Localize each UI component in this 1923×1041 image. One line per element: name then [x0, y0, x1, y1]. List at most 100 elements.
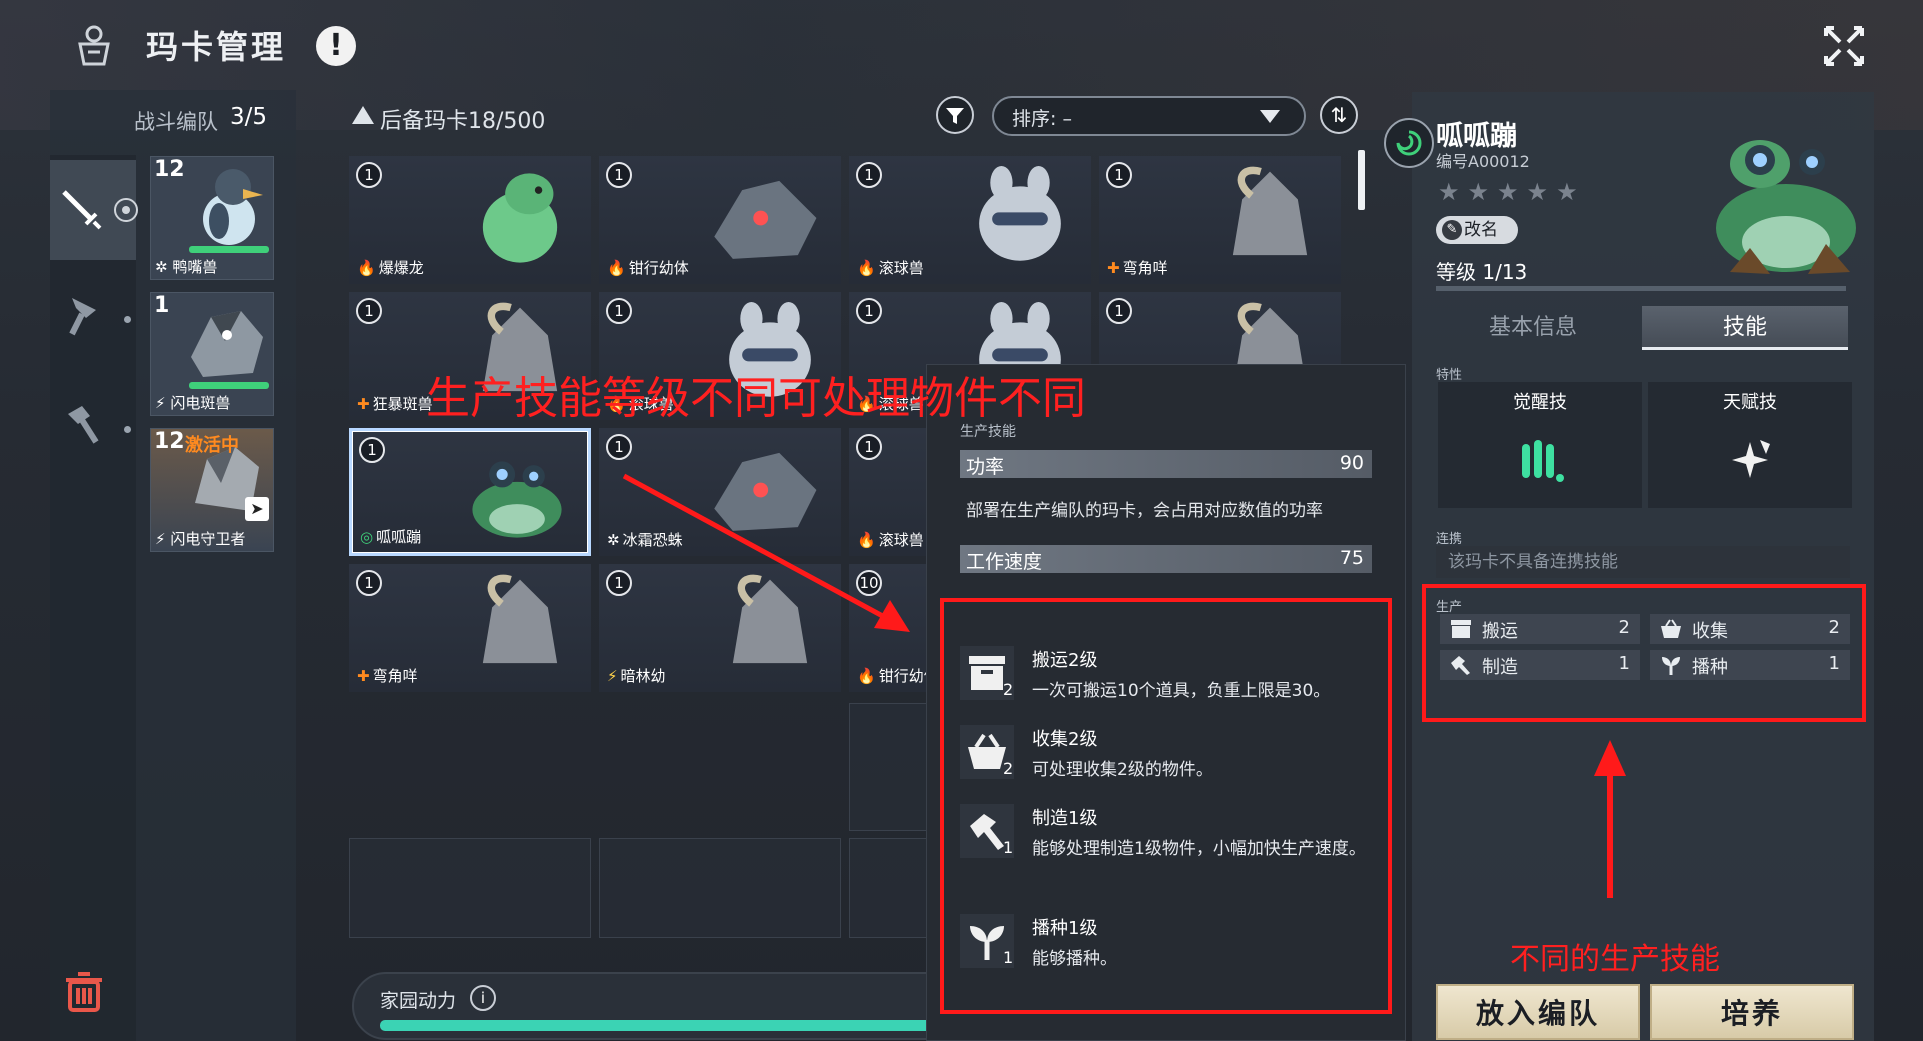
empty-slot [849, 838, 929, 938]
team-slot-name: ⚡ 闪电守卫者 [155, 530, 246, 548]
team-slot-name: ✲ 鸭嘴兽 [155, 258, 218, 276]
card-name: ◎ 呱呱蹦 [360, 528, 422, 546]
monster-art [979, 166, 1061, 261]
alert-icon[interactable]: ! [316, 26, 356, 66]
frog-portrait [1716, 140, 1856, 274]
tab-work[interactable] [50, 270, 136, 370]
card-name: 🔥 爆爆龙 [357, 259, 424, 277]
empty-slot [849, 703, 929, 831]
hp-bar [189, 382, 269, 389]
team-slot-level: 12 [154, 429, 185, 454]
hp-bar [189, 246, 269, 253]
monster-art [482, 574, 558, 664]
sort-label: 排序: – [1012, 108, 1072, 130]
talent-skill[interactable]: 天赋技 [1648, 382, 1852, 508]
tab-battle[interactable] [50, 160, 138, 260]
hammer-icon [68, 406, 99, 444]
page-title: 玛卡管理 [146, 28, 287, 66]
filter-icon [946, 108, 964, 124]
add-to-team-button[interactable]: 放入编队 [1436, 984, 1640, 1040]
bolt-element-icon: ⚡ [607, 667, 618, 685]
tab-basic-info[interactable]: 基本信息 [1430, 306, 1636, 350]
team-slot-3[interactable]: 12 激活中 ➤ ⚡ 闪电守卫者 [150, 428, 274, 552]
bench-card[interactable]: 1 ✚ 弯角咩 [349, 564, 591, 692]
team-tag-icon: ➤ [245, 497, 269, 521]
card-level: 1 [356, 298, 382, 324]
empty-slot [349, 838, 591, 938]
card-level: 1 [1106, 162, 1132, 188]
plus-element-icon: ✚ [1107, 259, 1120, 277]
flower-icon [1732, 440, 1770, 478]
annotation-box-popup [940, 598, 1392, 1014]
card-name: ✚ 狂暴斑兽 [357, 395, 433, 413]
card-level: 1 [606, 298, 632, 324]
active-badge: 激活中 [185, 435, 239, 456]
power-label: 功率 [966, 456, 1005, 478]
bench-card[interactable]: 1 🔥 钳行幼体 [599, 156, 841, 284]
card-level: 1 [356, 162, 382, 188]
scrollbar[interactable] [1358, 150, 1365, 210]
card-level: 1 [856, 162, 882, 188]
filter-button[interactable] [936, 96, 974, 134]
awaken-skill[interactable]: 觉醒技 [1438, 382, 1642, 508]
annotation-box-production [1422, 584, 1866, 722]
awaken-label: 觉醒技 [1513, 392, 1567, 413]
team-slot-level: 12 [154, 157, 185, 182]
bench-card[interactable]: 1 ✚ 弯角咩 [1099, 156, 1341, 284]
home-power-label: 家园动力 [380, 990, 457, 1012]
trash-icon[interactable] [62, 970, 106, 1014]
card-level: 1 [606, 162, 632, 188]
bench-card-selected[interactable]: 1 ◎ 呱呱蹦 [349, 428, 591, 556]
ice-element-icon: ✲ [607, 531, 620, 549]
fire-element-icon: 🔥 [857, 667, 876, 685]
axe-icon [69, 298, 96, 336]
tab-skills[interactable]: 技能 [1642, 306, 1848, 350]
speed-stat: 工作速度 75 [960, 545, 1372, 573]
info-icon[interactable]: i [470, 985, 496, 1011]
target-icon [114, 198, 138, 222]
train-button[interactable]: 培养 [1650, 984, 1854, 1040]
close-icon[interactable] [1820, 22, 1868, 70]
card-level: 1 [856, 298, 882, 324]
card-level: 1 [606, 434, 632, 460]
annotation-arrow-left [622, 473, 910, 632]
link-skill-text: 该玛卡不具备连携技能 [1436, 546, 1850, 578]
link-label: 连携 [1436, 532, 1463, 547]
card-level: 1 [1106, 298, 1132, 324]
level-label: 等级 1/13 [1436, 260, 1528, 284]
detail-tabs: 基本信息 技能 [1430, 306, 1850, 350]
speed-value: 75 [1339, 547, 1364, 569]
card-name: ✚ 弯角咩 [1107, 259, 1168, 277]
monster-art [472, 461, 562, 538]
penguin-art [203, 169, 263, 245]
fire-element-icon: 🔥 [357, 259, 376, 277]
annotation-arrow-up [1594, 740, 1626, 898]
team-label: 战斗编队 [134, 110, 218, 134]
bench-card[interactable]: 1 🔥 滚球兽 [849, 156, 1091, 284]
plus-element-icon: ✚ [357, 395, 370, 413]
tab-dot [124, 426, 131, 433]
level-progress-bar [1436, 286, 1846, 291]
tab-craft[interactable] [50, 380, 136, 480]
team-slot-1[interactable]: 12 ✲ 鸭嘴兽 [150, 156, 274, 280]
fire-element-icon: 🔥 [607, 259, 626, 277]
monster-art [1232, 166, 1308, 256]
team-slot-2[interactable]: 1 ⚡ 闪电斑兽 [150, 292, 274, 416]
sword-icon [62, 190, 102, 230]
team-slot-name: ⚡ 闪电斑兽 [155, 394, 231, 412]
power-description: 部署在生产编队的玛卡，会占用对应数值的功率 [966, 501, 1323, 521]
tab-dot [124, 316, 131, 323]
star-rating: ★★★★★ [1438, 178, 1586, 206]
empty-slot [599, 838, 841, 938]
bench-card[interactable]: 1 🔥 爆爆龙 [349, 156, 591, 284]
monster-id: 编号A00012 [1436, 152, 1530, 171]
swap-order-button[interactable]: ⇅ [1320, 96, 1358, 134]
chevron-down-icon [1260, 110, 1280, 123]
plus-element-icon: ✚ [357, 667, 370, 685]
card-name: 🔥 滚球兽 [857, 259, 924, 277]
power-stat: 功率 90 [960, 450, 1372, 478]
wind-element-icon: ◎ [360, 528, 374, 546]
bench-label: 后备玛卡18/500 [380, 109, 546, 134]
annotation-bottom-text: 不同的生产技能 [1510, 942, 1720, 977]
home-power-bar [380, 1020, 1000, 1031]
